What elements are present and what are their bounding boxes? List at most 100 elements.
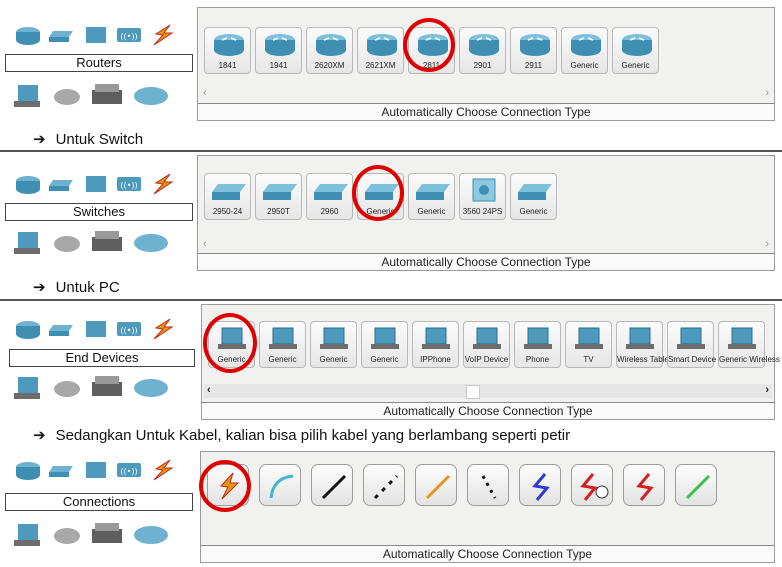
horizontal-scrollbar[interactable] <box>203 528 772 542</box>
device-item[interactable]: Generic <box>612 27 659 74</box>
connection-item[interactable] <box>259 464 301 506</box>
hub-category-icon[interactable] <box>84 460 108 480</box>
caption-cable: ➔ Sedangkan Untuk Kabel, kalian bisa pil… <box>33 426 570 445</box>
connection-item[interactable] <box>363 464 405 506</box>
device-item[interactable]: Generic <box>259 321 306 368</box>
routers-section: ((•)) Routers 1841 1941 2620XM 2621XM 2811 29… <box>0 0 782 122</box>
device-item[interactable]: Generic <box>361 321 408 368</box>
wireless-category-icon[interactable]: ((•)) <box>115 460 143 480</box>
device-item[interactable]: Smart Device <box>667 321 716 368</box>
wireless-category-icon[interactable]: ((•)) <box>115 174 143 194</box>
device-item[interactable]: Generic <box>561 27 608 74</box>
connections-category-icon[interactable] <box>90 521 124 549</box>
device-label: 2620XM <box>314 61 345 70</box>
multiuser-category-icon[interactable] <box>132 524 170 546</box>
cloud-category-icon[interactable] <box>52 377 82 399</box>
connection-item[interactable] <box>311 464 353 506</box>
device-item[interactable]: 2911 <box>510 27 557 74</box>
device-label: 2911 <box>524 61 543 70</box>
device-type-panel: ((•)) Connections <box>0 449 197 567</box>
end-devices-category-icon[interactable] <box>14 375 44 401</box>
horizontal-scrollbar[interactable]: ‹ › <box>200 87 772 101</box>
cable-icon <box>425 474 451 500</box>
device-type-panel: ((•)) Routers <box>0 0 197 122</box>
device-icon <box>320 327 348 349</box>
multiuser-category-icon[interactable] <box>132 377 170 399</box>
device-item[interactable]: IPPhone <box>412 321 459 368</box>
device-list: Generic Generic Generic Generic IPPhone VoIP … <box>208 321 780 368</box>
end-devices-category-icon[interactable] <box>14 83 44 109</box>
hub-category-icon[interactable] <box>84 25 108 45</box>
cloud-category-icon[interactable] <box>52 232 82 254</box>
device-item[interactable]: 2901 <box>459 27 506 74</box>
device-item[interactable]: TV <box>565 321 612 368</box>
connection-item[interactable] <box>571 464 613 506</box>
wireless-category-icon[interactable]: ((•)) <box>115 319 143 339</box>
hub-category-icon[interactable] <box>84 174 108 194</box>
scroll-left-icon[interactable]: ‹ <box>203 87 207 99</box>
device-item[interactable]: 2620XM <box>306 27 353 74</box>
device-item[interactable]: Generic <box>408 173 455 220</box>
router-category-icon[interactable] <box>14 174 42 194</box>
cable-icon <box>373 474 399 500</box>
device-item[interactable]: 1841 <box>204 27 251 74</box>
multiuser-category-icon[interactable] <box>132 85 170 107</box>
device-category-row: ((•)) <box>14 173 176 195</box>
device-item[interactable]: Phone <box>514 321 561 368</box>
device-icon <box>314 184 348 200</box>
scroll-right-icon[interactable]: › <box>765 87 769 99</box>
device-item[interactable]: Generic <box>510 173 557 220</box>
switch-category-icon[interactable] <box>49 174 77 194</box>
end-devices-category-icon[interactable] <box>14 230 44 256</box>
connection-item[interactable] <box>519 464 561 506</box>
device-icon <box>371 327 399 349</box>
connections-category-icon[interactable] <box>90 82 124 110</box>
cloud-category-icon[interactable] <box>52 524 82 546</box>
connection-item[interactable] <box>467 464 509 506</box>
scroll-right-icon[interactable]: › <box>765 238 769 250</box>
scroll-left-icon[interactable]: ‹ <box>207 384 211 396</box>
device-item[interactable]: 3560 24PS <box>459 173 506 220</box>
lightning-category-icon[interactable] <box>150 24 176 46</box>
router-category-icon[interactable] <box>14 25 42 45</box>
router-category-icon[interactable] <box>14 460 42 480</box>
end-devices-category-icon[interactable] <box>14 522 44 548</box>
scroll-right-icon[interactable]: › <box>765 384 769 396</box>
scrollbar-thumb[interactable] <box>466 385 480 399</box>
device-item[interactable]: 2950T <box>255 173 302 220</box>
connection-item[interactable] <box>623 464 665 506</box>
switch-category-icon[interactable] <box>49 25 77 45</box>
connection-item[interactable] <box>415 464 457 506</box>
lightning-category-icon[interactable] <box>150 318 176 340</box>
device-item[interactable]: 2621XM <box>357 27 404 74</box>
device-item[interactable]: VoIP Device <box>463 321 510 368</box>
scroll-left-icon[interactable]: ‹ <box>203 238 207 250</box>
hub-category-icon[interactable] <box>84 319 108 339</box>
device-item[interactable]: 1941 <box>255 27 302 74</box>
device-icon <box>212 184 246 200</box>
lightning-category-icon[interactable] <box>150 173 176 195</box>
connections-category-icon[interactable] <box>90 374 124 402</box>
device-item[interactable]: Generic Wireless <box>718 321 780 368</box>
caption-text: Untuk PC <box>55 278 120 296</box>
device-item[interactable]: Generic <box>310 321 357 368</box>
lightning-category-icon[interactable] <box>150 459 176 481</box>
horizontal-scrollbar[interactable]: ‹ › <box>204 384 772 399</box>
horizontal-scrollbar[interactable]: ‹ › <box>200 238 772 252</box>
device-item[interactable]: 2950-24 <box>204 173 251 220</box>
router-category-icon[interactable] <box>14 319 42 339</box>
device-icon <box>469 34 499 56</box>
category-label: End Devices <box>9 349 195 367</box>
category-sub-row <box>14 82 170 110</box>
cloud-category-icon[interactable] <box>52 85 82 107</box>
switch-category-icon[interactable] <box>49 319 77 339</box>
connection-item[interactable] <box>675 464 717 506</box>
wireless-category-icon[interactable]: ((•)) <box>115 25 143 45</box>
connections-category-icon[interactable] <box>90 229 124 257</box>
switch-category-icon[interactable] <box>49 460 77 480</box>
device-item[interactable]: Wireless Tablet <box>616 321 671 368</box>
svg-text:((•)): ((•)) <box>120 32 137 41</box>
multiuser-category-icon[interactable] <box>132 232 170 254</box>
cable-icon <box>269 474 294 499</box>
device-item[interactable]: 2960 <box>306 173 353 220</box>
